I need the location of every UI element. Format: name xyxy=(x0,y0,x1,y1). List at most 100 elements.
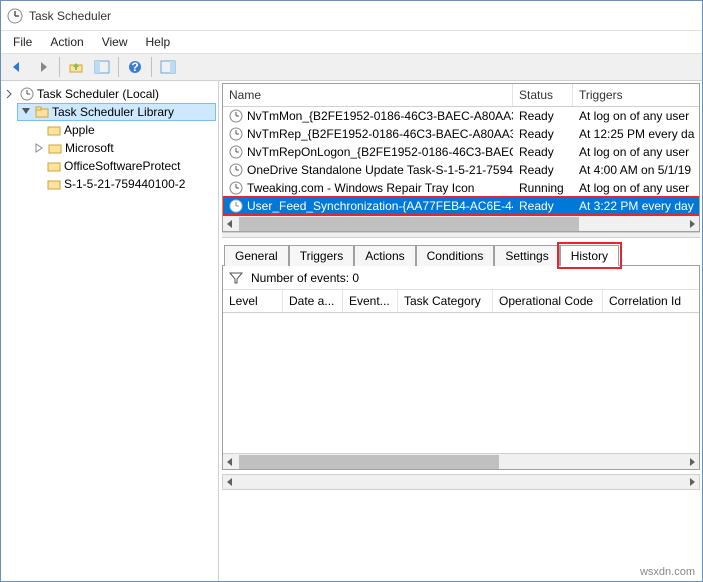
task-row[interactable]: NvTmRep_{B2FE1952-0186-46C3-BAEC-A80AA35… xyxy=(223,125,700,143)
hcol-opcode[interactable]: Operational Code xyxy=(493,290,603,312)
back-button[interactable] xyxy=(5,55,29,79)
bottom-hscroll[interactable] xyxy=(222,474,700,490)
tree-label: Task Scheduler Library xyxy=(52,105,174,119)
tree-root[interactable]: Task Scheduler (Local) xyxy=(3,85,216,103)
help-button[interactable]: ? xyxy=(123,55,147,79)
detail-tabs: General Triggers Actions Conditions Sett… xyxy=(224,245,700,266)
tree-label: OfficeSoftwareProtect xyxy=(64,159,181,173)
col-status[interactable]: Status xyxy=(513,84,573,106)
show-hide-actions-button[interactable] xyxy=(156,55,180,79)
menu-file[interactable]: File xyxy=(5,33,40,51)
scroll-left-icon xyxy=(223,475,237,489)
task-status: Ready xyxy=(513,145,573,159)
tab-triggers[interactable]: Triggers xyxy=(289,245,355,266)
scroll-left-icon xyxy=(223,217,237,231)
folder-icon xyxy=(48,141,62,155)
tree-label: Apple xyxy=(64,123,95,137)
hcol-corr[interactable]: Correlation Id xyxy=(603,290,693,312)
scrollbar-thumb[interactable] xyxy=(239,217,579,231)
tree-library[interactable]: Task Scheduler Library xyxy=(17,103,216,121)
tree-panel[interactable]: Task Scheduler (Local) Task Scheduler Li… xyxy=(1,81,219,581)
col-name[interactable]: Name xyxy=(223,84,513,106)
scroll-right-icon xyxy=(685,217,699,231)
task-trigger: At 12:25 PM every da xyxy=(573,127,700,141)
clock-icon xyxy=(20,87,34,101)
history-hscroll[interactable] xyxy=(223,453,699,469)
separator xyxy=(118,57,119,77)
watermark: wsxdn.com xyxy=(640,566,695,578)
events-count-label: Number of events: 0 xyxy=(251,271,359,285)
separator xyxy=(59,57,60,77)
history-panel: Number of events: 0 Level Date a... Even… xyxy=(222,265,700,470)
app-icon xyxy=(7,8,23,24)
splitter[interactable] xyxy=(222,232,700,238)
horizontal-scrollbar[interactable] xyxy=(223,215,699,231)
grid-body[interactable]: NvTmMon_{B2FE1952-0186-46C3-BAEC-A80AA35… xyxy=(223,107,700,215)
folder-up-button[interactable] xyxy=(64,55,88,79)
tree-item-sid[interactable]: S-1-5-21-759440100-2 xyxy=(45,175,216,193)
tree-item-office[interactable]: OfficeSoftwareProtect xyxy=(45,157,216,175)
toolbar: ? xyxy=(1,53,702,81)
grid-header: Name Status Triggers xyxy=(223,84,700,107)
tree-label: S-1-5-21-759440100-2 xyxy=(64,177,185,191)
filter-icon[interactable] xyxy=(229,271,243,285)
tree-item-apple[interactable]: Apple xyxy=(45,121,216,139)
tab-actions[interactable]: Actions xyxy=(354,245,415,266)
clock-icon xyxy=(229,181,243,195)
task-status: Ready xyxy=(513,109,573,123)
expand-icon[interactable] xyxy=(5,88,17,100)
show-hide-tree-button[interactable] xyxy=(90,55,114,79)
task-name: NvTmMon_{B2FE1952-0186-46C3-BAEC-A80AA35… xyxy=(247,109,513,123)
task-trigger: At 3:22 PM every day xyxy=(573,199,700,213)
scrollbar-thumb[interactable] xyxy=(239,455,499,469)
history-body[interactable] xyxy=(223,313,699,453)
task-status: Ready xyxy=(513,127,573,141)
hcol-date[interactable]: Date a... xyxy=(283,290,343,312)
clock-icon xyxy=(229,199,243,213)
task-row[interactable]: NvTmRepOnLogon_{B2FE1952-0186-46C3-BAEC-… xyxy=(223,143,700,161)
tab-settings[interactable]: Settings xyxy=(494,245,559,266)
scroll-right-icon xyxy=(685,455,699,469)
folder-icon xyxy=(47,159,61,173)
history-toolbar: Number of events: 0 xyxy=(223,266,699,290)
history-columns: Level Date a... Event... Task Category O… xyxy=(223,290,699,313)
tab-history[interactable]: History xyxy=(560,245,619,266)
task-trigger: At log on of any user xyxy=(573,145,700,159)
titlebar: Task Scheduler xyxy=(1,1,702,31)
clock-icon xyxy=(229,127,243,141)
tab-general[interactable]: General xyxy=(224,245,289,266)
clock-icon xyxy=(229,145,243,159)
task-row[interactable]: NvTmMon_{B2FE1952-0186-46C3-BAEC-A80AA35… xyxy=(223,107,700,125)
task-row[interactable]: Tweaking.com - Windows Repair Tray Icon … xyxy=(223,179,700,197)
clock-icon xyxy=(229,163,243,177)
task-grid: Name Status Triggers NvTmMon_{B2FE1952-0… xyxy=(222,83,700,232)
hcol-taskcat[interactable]: Task Category xyxy=(398,290,493,312)
scroll-right-icon xyxy=(685,475,699,489)
content-area: Task Scheduler (Local) Task Scheduler Li… xyxy=(1,81,702,581)
col-triggers[interactable]: Triggers xyxy=(573,84,700,106)
folder-icon xyxy=(35,105,49,119)
tree-label: Microsoft xyxy=(65,141,114,155)
task-status: Running xyxy=(513,181,573,195)
hcol-level[interactable]: Level xyxy=(223,290,283,312)
menu-help[interactable]: Help xyxy=(138,33,179,51)
separator xyxy=(151,57,152,77)
clock-icon xyxy=(229,109,243,123)
task-trigger: At log on of any user xyxy=(573,181,700,195)
task-trigger: At 4:00 AM on 5/1/19 xyxy=(573,163,700,177)
menu-action[interactable]: Action xyxy=(42,33,91,51)
collapse-icon[interactable] xyxy=(20,106,32,118)
menu-view[interactable]: View xyxy=(94,33,136,51)
folder-icon xyxy=(47,177,61,191)
tree-label: Task Scheduler (Local) xyxy=(37,87,159,101)
task-row-selected[interactable]: User_Feed_Synchronization-{AA77FEB4-AC6E… xyxy=(223,197,700,215)
hcol-event[interactable]: Event... xyxy=(343,290,398,312)
task-trigger: At log on of any user xyxy=(573,109,700,123)
expand-icon[interactable] xyxy=(33,142,45,154)
forward-button[interactable] xyxy=(31,55,55,79)
tree-item-microsoft[interactable]: Microsoft xyxy=(31,139,216,157)
task-name: User_Feed_Synchronization-{AA77FEB4-AC6E… xyxy=(247,199,513,213)
task-row[interactable]: OneDrive Standalone Update Task-S-1-5-21… xyxy=(223,161,700,179)
task-name: Tweaking.com - Windows Repair Tray Icon xyxy=(247,181,474,195)
tab-conditions[interactable]: Conditions xyxy=(416,245,495,266)
